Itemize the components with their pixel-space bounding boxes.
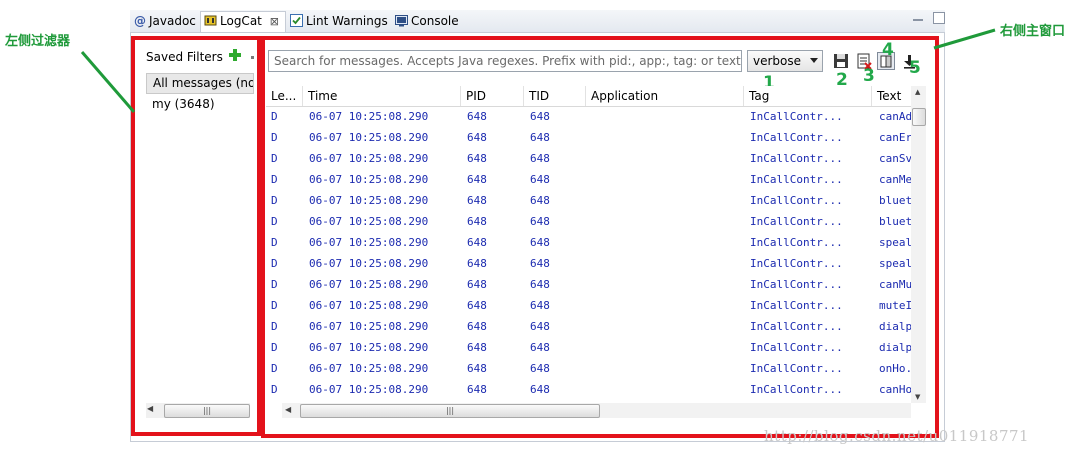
left-annotation-arrow xyxy=(80,51,136,113)
annotation-arrows xyxy=(80,28,996,113)
watermark: http://blog.csdn.net/u011918771 xyxy=(764,427,1030,445)
right-annotation-arrow xyxy=(933,28,996,50)
